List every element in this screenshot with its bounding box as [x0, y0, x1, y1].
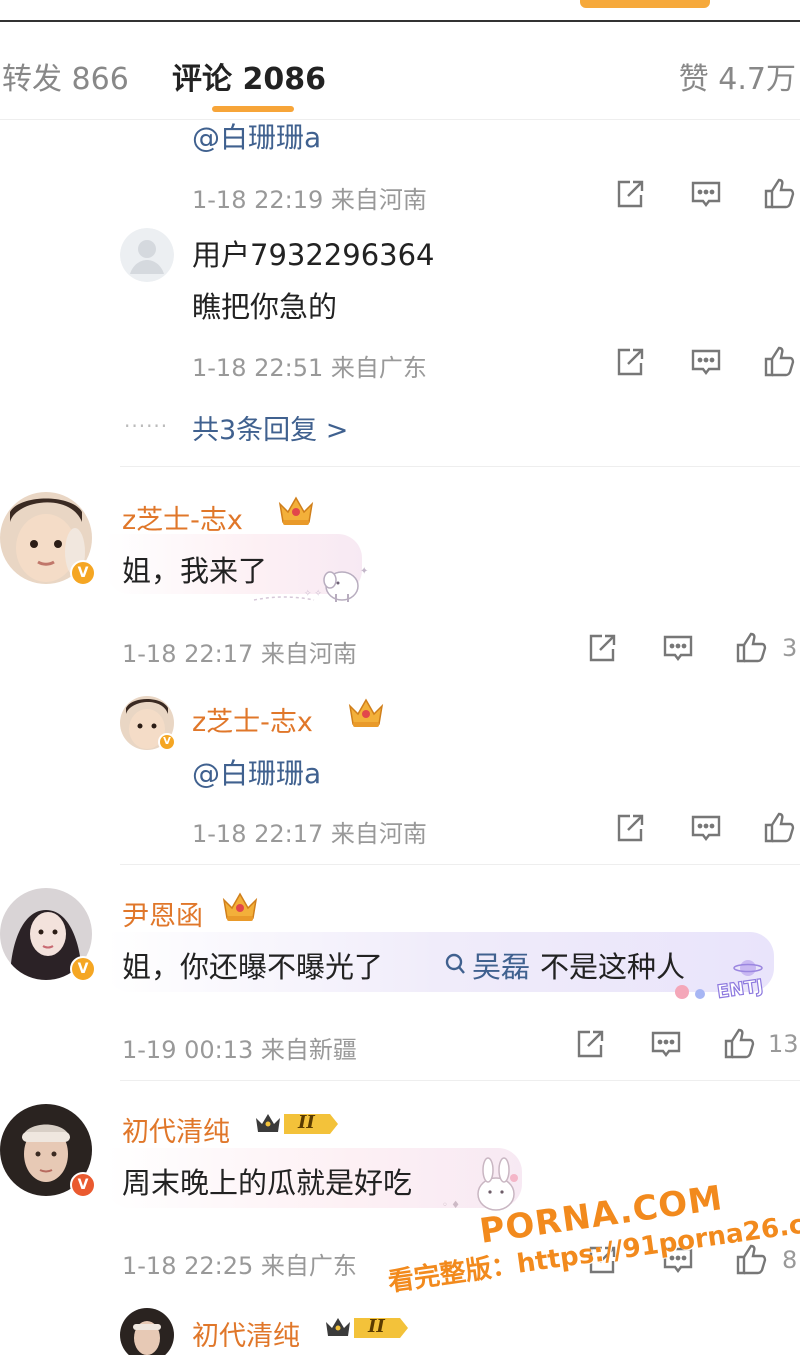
- more-replies-link[interactable]: 共3条回复 >: [192, 408, 348, 447]
- elephant-sticker-icon: ✦ ✧ ✧: [253, 566, 368, 602]
- reply-text: 瞧把你急的: [192, 290, 338, 324]
- comment-icon[interactable]: [688, 176, 724, 212]
- divider: [120, 466, 800, 467]
- entj-sticker-icon: ENTJ: [675, 960, 765, 1004]
- like-icon[interactable]: [762, 810, 798, 846]
- search-topic-link[interactable]: 吴磊: [472, 944, 530, 986]
- crown-rank-badge-icon: [256, 1114, 338, 1134]
- rank-label: II: [368, 1316, 385, 1337]
- repost-icon[interactable]: [612, 176, 648, 212]
- status-bar-accent: [580, 0, 710, 8]
- crown-rank-badge-icon: [326, 1318, 408, 1338]
- comment-meta: 1-18 22:25 来自广东: [122, 1252, 357, 1280]
- reply-meta: 1-18 22:17 来自河南: [192, 820, 427, 848]
- search-icon: [445, 953, 465, 974]
- avatar[interactable]: [120, 1308, 174, 1355]
- comment-text: 周末晚上的瓜就是好吃: [122, 1166, 413, 1200]
- verified-badge: V: [70, 956, 96, 982]
- svg-text:ENTJ: ENTJ: [716, 976, 765, 1003]
- like-icon[interactable]: [722, 1026, 758, 1062]
- like-count: 3: [782, 634, 798, 662]
- crown-badge-icon: [278, 496, 314, 525]
- divider: [120, 864, 800, 865]
- comment-username[interactable]: z芝士-志x: [122, 498, 243, 537]
- user-photo: [120, 1308, 174, 1355]
- repost-icon[interactable]: [612, 810, 648, 846]
- reply-meta: 1-18 22:19 来自河南: [192, 186, 427, 214]
- tab-comments[interactable]: 评论 2086: [172, 54, 326, 98]
- comment-meta: 1-18 22:17 来自河南: [122, 640, 357, 668]
- comment-text-start: 姐，你还曝不曝光了: [122, 950, 384, 984]
- svg-text:◦ ♦: ◦ ♦: [442, 1200, 460, 1211]
- reply-username[interactable]: 用户7932296364: [192, 232, 435, 274]
- svg-text:✦: ✦: [360, 566, 368, 577]
- like-count: 13: [768, 1030, 799, 1058]
- like-count: 8: [782, 1246, 798, 1274]
- comment-username[interactable]: 尹恩函: [122, 894, 203, 933]
- reply-meta: 1-18 22:51 来自广东: [192, 354, 427, 382]
- status-bar: [0, 0, 800, 22]
- like-icon[interactable]: [762, 176, 798, 212]
- reply-mention[interactable]: @白珊珊a: [192, 752, 321, 792]
- repost-icon[interactable]: [572, 1026, 608, 1062]
- tab-likes[interactable]: 赞 4.7万: [679, 54, 796, 98]
- crown-badge-icon: [348, 698, 384, 727]
- thread-dots: ······: [124, 414, 169, 438]
- verified-badge: V: [70, 1172, 96, 1198]
- avatar[interactable]: V: [0, 492, 96, 586]
- tab-bar: 转发 866 评论 2086 赞 4.7万: [0, 22, 800, 120]
- comment-icon[interactable]: [688, 344, 724, 380]
- tab-active-indicator: [212, 106, 294, 112]
- avatar[interactable]: V: [0, 888, 96, 982]
- avatar[interactable]: V: [0, 1104, 96, 1198]
- divider: [120, 1080, 800, 1081]
- comment-username[interactable]: 初代清纯: [122, 1110, 230, 1149]
- tab-repost[interactable]: 转发 866: [2, 54, 129, 98]
- comment-meta: 1-19 00:13 来自新疆: [122, 1036, 357, 1064]
- verified-badge: V: [158, 733, 176, 751]
- comment-icon[interactable]: [660, 630, 696, 666]
- crown-badge-icon: [222, 892, 258, 921]
- reply-username[interactable]: z芝士-志x: [192, 700, 313, 739]
- comment-icon[interactable]: [688, 810, 724, 846]
- like-icon[interactable]: [762, 344, 798, 380]
- repost-icon[interactable]: [584, 630, 620, 666]
- reply-username[interactable]: 初代清纯: [192, 1314, 300, 1353]
- svg-text:✧ ✧: ✧ ✧: [304, 589, 322, 599]
- comment-icon[interactable]: [648, 1026, 684, 1062]
- reply-mention[interactable]: @白珊珊a: [192, 116, 321, 156]
- rank-label: II: [298, 1112, 315, 1133]
- avatar[interactable]: V: [120, 696, 176, 751]
- like-icon[interactable]: [734, 630, 770, 666]
- avatar[interactable]: [120, 228, 174, 282]
- verified-badge: V: [70, 560, 96, 586]
- default-avatar-icon: [120, 228, 174, 282]
- repost-icon[interactable]: [612, 344, 648, 380]
